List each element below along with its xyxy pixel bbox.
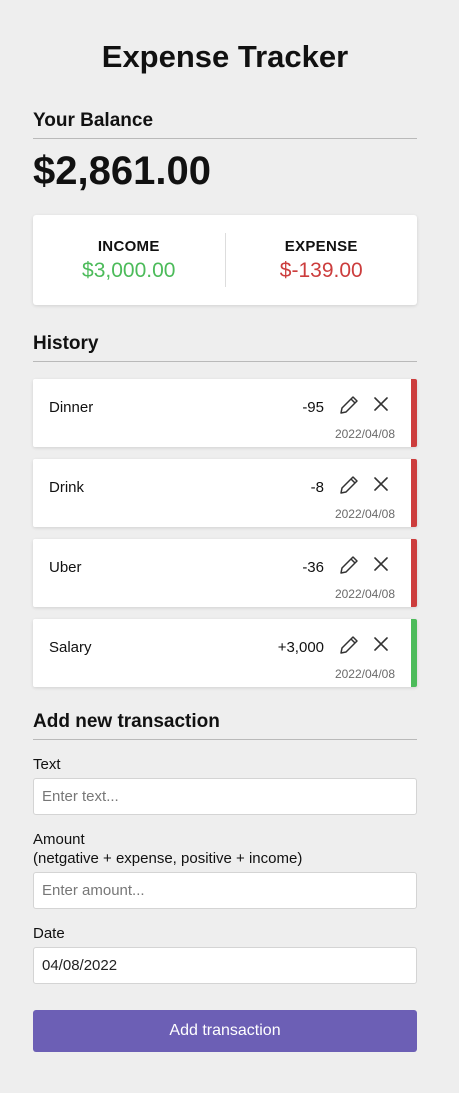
edit-button[interactable] bbox=[337, 633, 361, 657]
income-expense-card: INCOME $3,000.00 EXPENSE $-139.00 bbox=[33, 215, 417, 305]
transaction-name: Salary bbox=[49, 639, 92, 656]
transaction-name: Uber bbox=[49, 559, 82, 576]
close-icon bbox=[374, 637, 388, 651]
balance-heading: Your Balance bbox=[33, 110, 417, 139]
expense-label: EXPENSE bbox=[284, 237, 358, 255]
balance-amount: $2,861.00 bbox=[33, 149, 211, 193]
transaction-list: Dinner -95 2022/04/08 Drink -8 2022/04/0… bbox=[33, 379, 417, 687]
add-transaction-button[interactable]: Add transaction bbox=[33, 1010, 417, 1052]
transaction-date: 2022/04/08 bbox=[334, 587, 395, 601]
transaction-item: Dinner -95 2022/04/08 bbox=[33, 379, 417, 447]
pencil-icon bbox=[340, 556, 358, 574]
transaction-name: Dinner bbox=[49, 399, 94, 416]
transaction-name: Drink bbox=[49, 479, 85, 496]
app-container: Expense Tracker Your Balance $2,861.00 I… bbox=[33, 0, 417, 1052]
transaction-item: Uber -36 2022/04/08 bbox=[33, 539, 417, 607]
amount-label-hint: (netgative + expense, positive + income) bbox=[33, 850, 303, 867]
text-label: Text bbox=[33, 756, 61, 773]
pencil-icon bbox=[340, 396, 358, 414]
add-transaction-form: Text Amount (netgative + expense, positi… bbox=[33, 755, 417, 1052]
transaction-item: Drink -8 2022/04/08 bbox=[33, 459, 417, 527]
amount-label-title: Amount bbox=[33, 831, 85, 848]
transaction-amount: -95 bbox=[302, 399, 324, 416]
date-label: Date bbox=[33, 925, 65, 942]
transaction-amount: +3,000 bbox=[277, 639, 324, 656]
transaction-item: Salary +3,000 2022/04/08 bbox=[33, 619, 417, 687]
income-label: INCOME bbox=[97, 237, 160, 255]
date-input[interactable] bbox=[33, 947, 417, 984]
transaction-date: 2022/04/08 bbox=[334, 667, 395, 681]
app-title: Expense Tracker bbox=[101, 39, 349, 74]
amount-label: Amount (netgative + expense, positive + … bbox=[33, 830, 417, 868]
close-icon bbox=[374, 557, 388, 571]
income-value: $3,000.00 bbox=[82, 258, 176, 282]
edit-button[interactable] bbox=[337, 393, 361, 417]
pencil-icon bbox=[340, 476, 358, 494]
edit-button[interactable] bbox=[337, 473, 361, 497]
delete-button[interactable] bbox=[371, 394, 391, 414]
pencil-icon bbox=[340, 636, 358, 654]
delete-button[interactable] bbox=[371, 554, 391, 574]
transaction-amount: -8 bbox=[310, 479, 324, 496]
delete-button[interactable] bbox=[371, 474, 391, 494]
income-column: INCOME $3,000.00 bbox=[33, 238, 225, 283]
expense-column: EXPENSE $-139.00 bbox=[226, 238, 418, 283]
amount-input[interactable] bbox=[33, 872, 417, 909]
expense-value: $-139.00 bbox=[279, 258, 363, 282]
delete-button[interactable] bbox=[371, 634, 391, 654]
close-icon bbox=[374, 397, 388, 411]
history-heading: History bbox=[33, 333, 417, 362]
edit-button[interactable] bbox=[337, 553, 361, 577]
transaction-amount: -36 bbox=[302, 559, 324, 576]
text-input[interactable] bbox=[33, 778, 417, 815]
transaction-date: 2022/04/08 bbox=[334, 427, 395, 441]
transaction-date: 2022/04/08 bbox=[334, 507, 395, 521]
close-icon bbox=[374, 477, 388, 491]
add-transaction-heading: Add new transaction bbox=[33, 711, 417, 740]
